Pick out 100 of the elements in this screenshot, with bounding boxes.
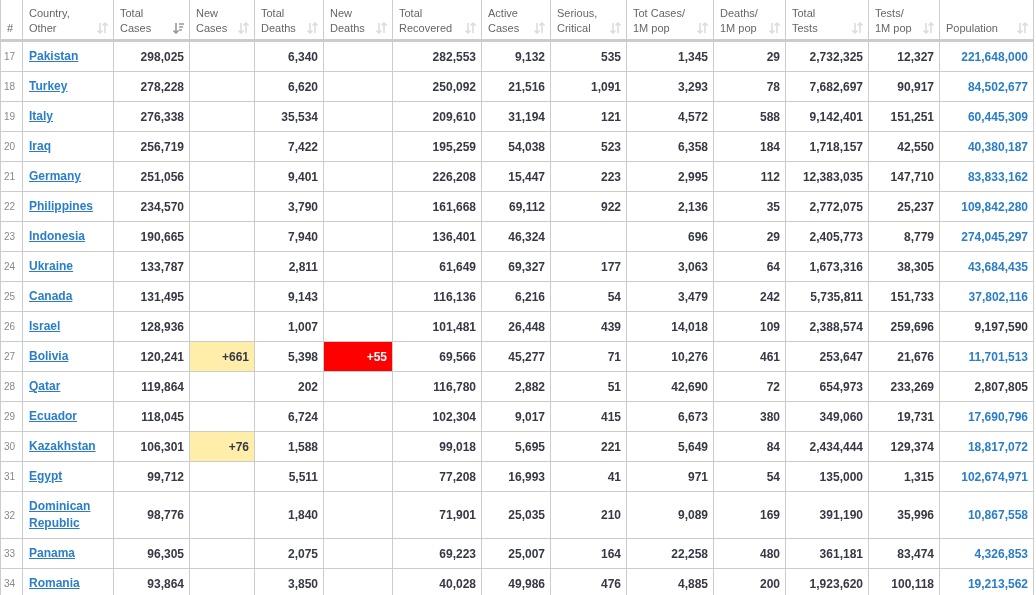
table-cell: 14,018: [671, 319, 708, 334]
table-cell: 151,733: [890, 289, 934, 304]
table-cell: 1,345: [677, 49, 708, 64]
sort-icon[interactable]: [465, 22, 476, 34]
column-header[interactable]: Total Tests: [786, 0, 869, 39]
table-cell: 6,724: [287, 409, 318, 424]
country-link[interactable]: Indonesia: [29, 228, 85, 245]
table-cell: 109: [759, 319, 780, 334]
sort-icon[interactable]: [376, 22, 387, 34]
country-link[interactable]: Romania: [29, 575, 80, 592]
country-link[interactable]: Dominican Republic: [29, 498, 107, 532]
country-link[interactable]: Ukraine: [29, 258, 74, 275]
column-header[interactable]: Total Deaths: [255, 0, 324, 39]
column-header[interactable]: Country, Other: [23, 0, 114, 39]
population-link[interactable]: 17,690,796: [967, 409, 1028, 424]
table-cell: 128,936: [140, 319, 184, 334]
population-link[interactable]: 84,502,677: [967, 79, 1028, 94]
country-link[interactable]: Pakistan: [29, 48, 79, 65]
table-cell: 21,676: [897, 349, 934, 364]
table-cell: 253,647: [819, 349, 863, 364]
row-number: 25: [4, 291, 16, 302]
table-cell: 9,017: [514, 409, 545, 424]
population-link[interactable]: 4,326,853: [974, 546, 1028, 561]
sort-icon[interactable]: [852, 22, 863, 34]
sort-icon[interactable]: [97, 22, 108, 34]
sort-icon[interactable]: [307, 22, 318, 34]
table-cell: 46,324: [508, 229, 545, 244]
table-cell: 5,695: [514, 439, 545, 454]
table-cell: 7,682,697: [809, 79, 863, 94]
population-link[interactable]: 83,833,162: [967, 169, 1028, 184]
row-number: 24: [4, 261, 16, 272]
population-link[interactable]: 43,684,435: [967, 259, 1028, 274]
column-header[interactable]: Population: [940, 0, 1034, 39]
country-link[interactable]: Panama: [29, 545, 76, 562]
sort-icon[interactable]: [610, 22, 621, 34]
row-number: 23: [4, 231, 16, 242]
population-link[interactable]: 18,817,072: [967, 439, 1028, 454]
country-link[interactable]: Israel: [29, 318, 61, 335]
table-cell: 29: [766, 229, 780, 244]
sort-icon[interactable]: [1017, 22, 1028, 34]
column-header[interactable]: Total Recovered: [393, 0, 482, 39]
table-cell: 361,181: [819, 546, 863, 561]
column-header[interactable]: #: [1, 0, 23, 39]
new-cases-cell: +76: [190, 432, 255, 461]
table-cell: 535: [600, 49, 621, 64]
column-header[interactable]: Serious, Critical: [551, 0, 627, 39]
table-cell: 2,075: [287, 546, 318, 561]
column-header[interactable]: Deaths/ 1M pop: [714, 0, 786, 39]
table-cell: 2,772,075: [809, 199, 863, 214]
column-header[interactable]: New Deaths: [324, 0, 393, 39]
table-cell: 1,091: [590, 79, 621, 94]
table-cell: 221: [600, 439, 621, 454]
population-link[interactable]: 19,213,562: [967, 576, 1028, 591]
table-cell: 233,269: [890, 379, 934, 394]
population-link[interactable]: 109,842,280: [961, 199, 1028, 214]
sort-icon[interactable]: [697, 22, 708, 34]
population-link[interactable]: 37,802,116: [968, 289, 1028, 304]
sort-icon[interactable]: [238, 22, 249, 34]
population-link[interactable]: 10,867,558: [967, 508, 1028, 522]
population-link[interactable]: 274,045,297: [961, 229, 1028, 244]
column-header[interactable]: New Cases: [190, 0, 255, 39]
country-link[interactable]: Iraq: [29, 138, 51, 155]
population-link[interactable]: 102,674,971: [961, 469, 1028, 484]
table-cell: 16,993: [508, 469, 545, 484]
country-link[interactable]: Kazakhstan: [29, 438, 96, 455]
sort-icon[interactable]: [769, 22, 780, 34]
country-link[interactable]: Philippines: [29, 198, 93, 215]
population-link[interactable]: 60,445,309: [967, 109, 1028, 124]
table-cell: 69,327: [508, 259, 545, 274]
sort-icon[interactable]: [923, 22, 934, 34]
row-number: 30: [4, 441, 16, 452]
country-link[interactable]: Bolivia: [29, 348, 69, 365]
table-cell: 654,973: [819, 379, 863, 394]
column-header[interactable]: Tot Cases/ 1M pop: [627, 0, 714, 39]
country-link[interactable]: Germany: [29, 168, 82, 185]
country-link[interactable]: Italy: [29, 108, 53, 125]
table-cell: 25,237: [897, 199, 934, 214]
row-number: 20: [4, 141, 16, 152]
country-link[interactable]: Egypt: [29, 468, 63, 485]
table-cell: 69,223: [439, 546, 476, 561]
sort-icon[interactable]: [534, 22, 545, 34]
population-link[interactable]: 221,648,000: [961, 49, 1028, 64]
population-link[interactable]: 40,380,187: [967, 139, 1028, 154]
table-cell: 696: [687, 229, 708, 244]
column-header[interactable]: Active Cases: [482, 0, 551, 39]
column-header[interactable]: Tests/ 1M pop: [869, 0, 940, 39]
country-link[interactable]: Qatar: [29, 378, 61, 395]
country-link[interactable]: Turkey: [29, 78, 68, 95]
population-link[interactable]: 11,701,513: [968, 349, 1028, 364]
table-cell: 184: [759, 139, 780, 154]
country-link[interactable]: Ecuador: [29, 408, 77, 425]
country-link[interactable]: Canada: [29, 288, 73, 305]
table-cell: 51: [607, 379, 621, 394]
column-header[interactable]: Total Cases: [114, 0, 190, 39]
table-cell: 131,495: [140, 289, 184, 304]
sort-icon[interactable]: [173, 22, 184, 34]
table-cell: 226,208: [432, 169, 476, 184]
table-cell: 298,025: [140, 49, 184, 64]
table-cell: 3,063: [677, 259, 708, 274]
table-cell: 9,142,401: [809, 109, 863, 124]
